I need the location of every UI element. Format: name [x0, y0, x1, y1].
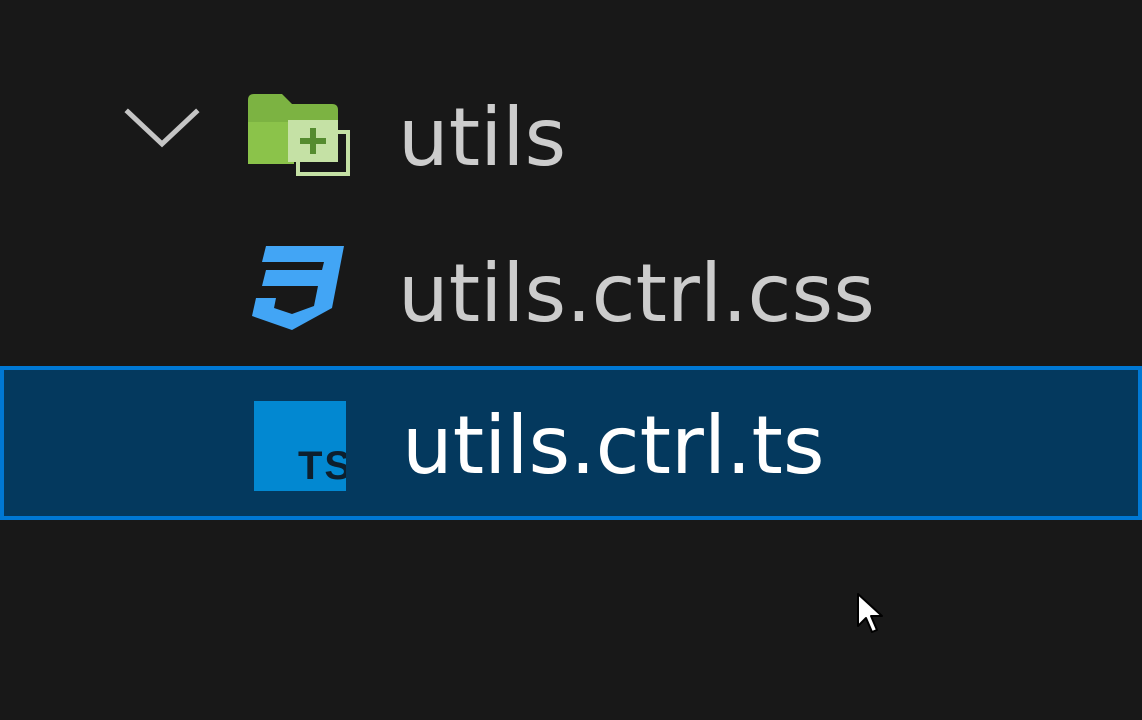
file-label-ts: utils.ctrl.ts [402, 399, 825, 492]
css-file-icon [252, 246, 344, 330]
tree-item-file-ts[interactable]: TS utils.ctrl.ts [0, 366, 1142, 520]
file-label-css: utils.ctrl.css [398, 247, 875, 340]
file-explorer-tree: utils utils.ctrl.css TS utils.ctrl.ts [0, 0, 1142, 720]
chevron-down-icon[interactable] [124, 106, 200, 150]
typescript-file-icon: TS [254, 401, 346, 491]
mouse-cursor-icon [857, 593, 883, 633]
folder-label: utils [398, 91, 567, 184]
tree-item-file-css[interactable]: utils.ctrl.css [0, 218, 1142, 368]
tree-item-folder-utils[interactable]: utils [0, 62, 1142, 218]
folder-add-icon [248, 94, 352, 178]
ts-icon-text: TS [298, 444, 346, 488]
